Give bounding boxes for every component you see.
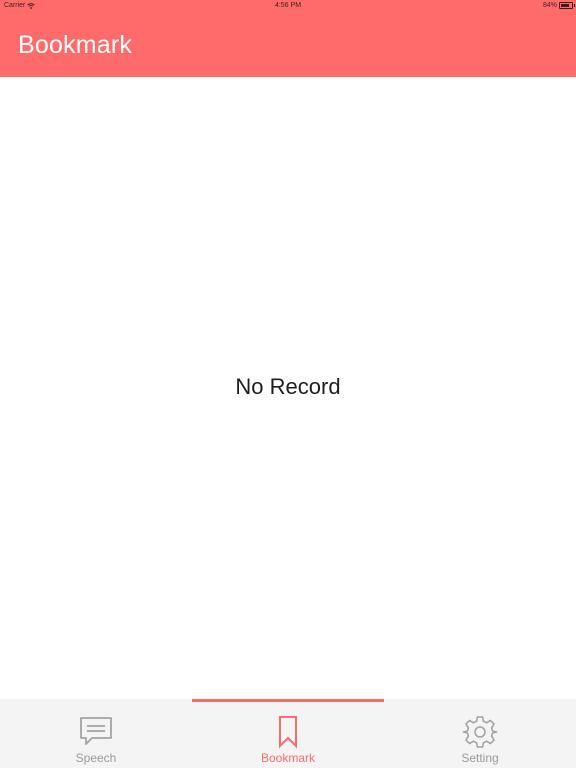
status-time: 4:56 PM [274,2,302,9]
battery-indicator: 84% [542,2,575,9]
empty-state-message: No Record [235,374,341,399]
page-title: Bookmark [18,31,133,59]
tab-speech[interactable]: Speech [0,699,192,768]
battery-icon [559,2,575,9]
tab-speech-label: Speech [75,751,117,765]
speech-bubble-icon [80,717,112,745]
tab-bar: Speech Bookmark Setting [0,699,576,768]
status-bar: Carrier 4:56 PM 84% [0,0,576,12]
tab-setting-label: Setting [461,751,499,765]
tab-bookmark[interactable]: Bookmark [192,699,384,768]
navigation-bar: Carrier 4:56 PM 84% Bookmark [0,0,576,77]
battery-percentage: 84% [542,2,557,9]
bookmark-icon [279,716,297,749]
app-screen: Carrier 4:56 PM 84% Bookmark No Record S… [0,0,576,768]
gear-icon [462,716,498,748]
tab-bookmark-label: Bookmark [260,751,316,765]
tab-setting[interactable]: Setting [384,699,576,768]
